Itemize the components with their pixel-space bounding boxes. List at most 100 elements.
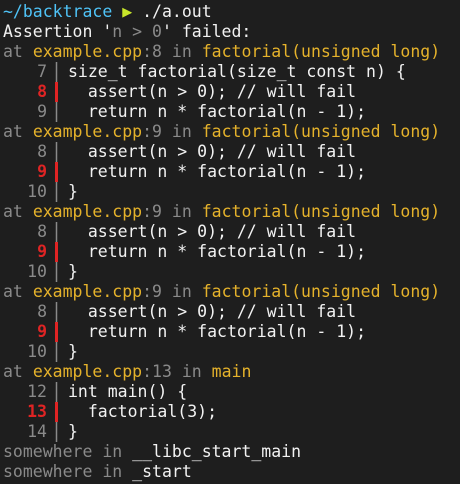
unknown-frames: somewhere in __libc_start_main somewhere …	[0, 442, 460, 482]
frame-line-number: 13	[152, 362, 172, 381]
frame-header: at example.cpp:9 in factorial(unsigned l…	[0, 122, 460, 142]
prompt-arrow-icon: ▶	[122, 2, 133, 21]
frame-separator: :	[142, 122, 153, 141]
unknown-frame-function: _start	[132, 462, 192, 481]
highlight-marker	[55, 162, 58, 182]
source-line: 10}	[0, 262, 460, 282]
gutter-divider	[55, 382, 58, 402]
unknown-frame: somewhere in _start	[0, 462, 460, 482]
frame-separator: :	[142, 202, 153, 221]
source-line-number: 7	[37, 62, 47, 81]
frame-function: factorial(unsigned long)	[201, 42, 441, 61]
gutter-divider	[55, 142, 58, 162]
source-code: assert(n > 0); // will fail	[68, 302, 357, 321]
highlight-marker	[55, 322, 58, 342]
source-line: 10}	[0, 342, 460, 362]
frame-at-keyword: at	[3, 202, 23, 221]
frame-header: at example.cpp:9 in factorial(unsigned l…	[0, 282, 460, 302]
source-code: }	[68, 262, 78, 281]
unknown-frame-function: __libc_start_main	[132, 442, 302, 461]
source-code: size_t factorial(size_t const n) {	[68, 62, 406, 81]
frame-file: example.cpp	[32, 122, 143, 141]
source-line-number: 9	[37, 162, 47, 181]
source-code: return n * factorial(n - 1);	[68, 322, 367, 341]
source-code: return n * factorial(n - 1);	[68, 242, 367, 261]
backtrace-frames: at example.cpp:8 in factorial(unsigned l…	[0, 42, 460, 442]
assertion-prefix: Assertion '	[3, 22, 113, 41]
source-code: return n * factorial(n - 1);	[68, 162, 367, 181]
frame-at-keyword: at	[3, 282, 23, 301]
source-line: 9 return n * factorial(n - 1);	[0, 242, 460, 262]
unknown-frame: somewhere in __libc_start_main	[0, 442, 460, 462]
frame-in-keyword: in	[171, 122, 192, 141]
gutter-divider	[55, 182, 58, 202]
unknown-frame-in: in	[102, 462, 123, 481]
source-line: 7 size_t factorial(size_t const n) {	[0, 62, 460, 82]
frame-file: example.cpp	[32, 282, 143, 301]
gutter-divider	[55, 302, 58, 322]
source-line: 8 assert(n > 0); // will fail	[0, 142, 460, 162]
source-line-number: 10	[27, 182, 47, 201]
frame-in-keyword: in	[171, 42, 192, 61]
frame-header: at example.cpp:9 in factorial(unsigned l…	[0, 202, 460, 222]
source-line-number: 10	[27, 262, 47, 281]
frame-line-number: 9	[152, 282, 162, 301]
source-code: assert(n > 0); // will fail	[68, 222, 357, 241]
highlight-marker	[55, 242, 58, 262]
source-line: 13 factorial(3);	[0, 402, 460, 422]
frame-function: factorial(unsigned long)	[201, 202, 441, 221]
gutter-divider	[55, 262, 58, 282]
source-line-number: 8	[37, 302, 47, 321]
source-code: assert(n > 0); // will fail	[68, 142, 357, 161]
frame-separator: :	[142, 362, 153, 381]
frame-file: example.cpp	[32, 362, 143, 381]
source-line-number: 12	[27, 382, 47, 401]
source-line: 12 int main() {	[0, 382, 460, 402]
frame-function: main	[211, 362, 252, 381]
prompt-command: ./a.out	[142, 2, 212, 21]
source-code: }	[68, 182, 78, 201]
source-line: 8 assert(n > 0); // will fail	[0, 302, 460, 322]
assertion-condition: n > 0	[112, 22, 162, 41]
frame-line-number: 9	[152, 122, 162, 141]
source-code: }	[68, 342, 78, 361]
assertion-suffix: ' failed:	[161, 22, 252, 41]
source-code: assert(n > 0); // will fail	[68, 82, 357, 101]
source-line: 9 return n * factorial(n - 1);	[0, 102, 460, 122]
frame-function: factorial(unsigned long)	[201, 122, 441, 141]
source-code: factorial(3);	[68, 402, 218, 421]
prompt-path: ~/backtrace	[3, 2, 113, 21]
unknown-frame-in: in	[102, 442, 123, 461]
frame-function: factorial(unsigned long)	[201, 282, 441, 301]
source-line: 8 assert(n > 0); // will fail	[0, 222, 460, 242]
source-line-number: 9	[37, 102, 47, 121]
frame-at-keyword: at	[3, 122, 23, 141]
source-code: int main() {	[68, 382, 188, 401]
assertion-message: Assertion 'n > 0' failed:	[0, 22, 460, 42]
source-line-number: 8	[37, 142, 47, 161]
source-line-number: 10	[27, 342, 47, 361]
frame-in-keyword: in	[171, 282, 192, 301]
unknown-frame-where: somewhere	[3, 462, 93, 481]
source-line-number: 14	[27, 422, 47, 441]
source-code: return n * factorial(n - 1);	[68, 102, 367, 121]
highlight-marker	[55, 402, 58, 422]
gutter-divider	[55, 62, 58, 82]
frame-header: at example.cpp:8 in factorial(unsigned l…	[0, 42, 460, 62]
source-line-number: 9	[37, 242, 47, 261]
frame-separator: :	[142, 42, 153, 61]
source-code: }	[68, 422, 78, 441]
terminal-window: ~/backtrace ▶ ./a.out Assertion 'n > 0' …	[0, 0, 460, 484]
frame-separator: :	[142, 282, 153, 301]
frame-line-number: 9	[152, 202, 162, 221]
source-line-number: 8	[37, 82, 47, 101]
frame-line-number: 8	[152, 42, 162, 61]
frame-at-keyword: at	[3, 42, 23, 61]
frame-header: at example.cpp:13 in main	[0, 362, 460, 382]
source-line-number: 13	[27, 402, 47, 421]
prompt-line: ~/backtrace ▶ ./a.out	[0, 2, 460, 22]
gutter-divider	[55, 102, 58, 122]
source-line: 9 return n * factorial(n - 1);	[0, 162, 460, 182]
gutter-divider	[55, 422, 58, 442]
source-line: 9 return n * factorial(n - 1);	[0, 322, 460, 342]
